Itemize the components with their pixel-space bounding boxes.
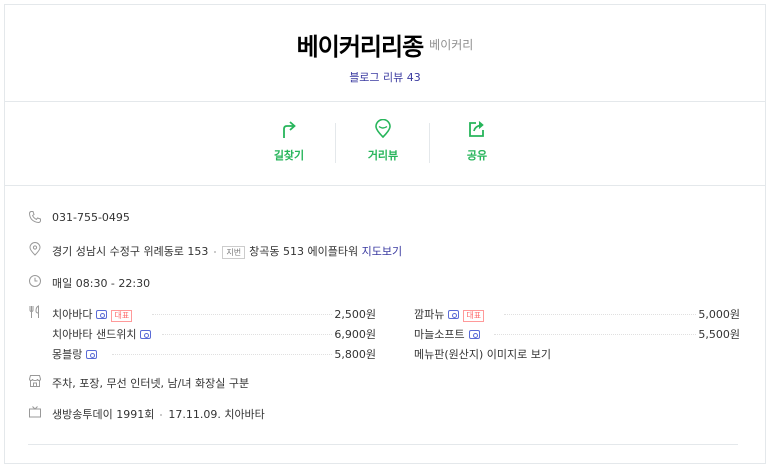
menu-item-price: 5,500원 [698,328,740,341]
menu-item-name: 깜파뉴 [414,308,445,321]
section-divider [28,444,738,445]
street-view-label: 거리뷰 [367,149,399,162]
signature-badge: 대표 [111,310,133,322]
share-icon [469,121,484,137]
menu-item-name: 치아바다 [52,308,93,321]
location-pin-icon [29,242,41,256]
place-header: 베이커리리종 베이커리 블로그 리뷰 43 [5,5,765,102]
jibun-address: 창곡동 513 에이플타워 [249,245,359,258]
store-icon [28,375,42,387]
separator-dot [214,251,217,253]
tv-appearance: 생방송투데이 1991회 17.11.09. 치아바타 [52,406,265,422]
review-label: 블로그 리뷰 [349,71,404,84]
menu-item-price: 5,000원 [698,308,740,321]
blog-review-link[interactable]: 블로그 리뷰 43 [5,69,765,85]
directions-icon [283,121,296,138]
clock-icon [29,275,41,287]
directions-label: 길찾기 [273,149,305,162]
place-category: 베이커리 [429,38,474,52]
menu-leader-line [112,354,332,355]
menu-item-price: 5,800원 [334,348,376,361]
phone-number[interactable]: 031-755-0495 [52,211,130,224]
camera-icon [448,310,460,319]
menu-item-name: 마늘소프트 [414,328,465,341]
action-divider [335,123,336,163]
share-button[interactable]: 공유 [432,119,522,163]
tv-date: 17.11.09. 치아바타 [168,408,265,421]
separator-dot [160,414,163,416]
directions-button[interactable]: 길찾기 [244,119,334,163]
menu-item-price: 2,500원 [334,308,376,321]
title-row: 베이커리리종 베이커리 [5,27,765,62]
action-divider [429,123,430,163]
menu-leader-line [494,334,696,335]
road-address: 경기 성남시 수정구 위례동로 153 [52,245,209,258]
menu-leader-line [162,334,332,335]
jibun-tag: 지번 [222,245,246,259]
tv-icon [29,406,41,418]
menu-item-name: 치아바타 샌드위치 [52,328,137,341]
menu-item-name: 몽블랑 [52,348,83,361]
share-label: 공유 [466,149,488,162]
menu-board-image-link[interactable]: 메뉴판(원산지) 이미지로 보기 [414,346,551,362]
address-text: 경기 성남시 수정구 위례동로 153 지번 창곡동 513 에이플타워 지도보기 [52,243,402,259]
street-view-button[interactable]: 거리뷰 [338,119,428,163]
phone-icon [28,211,41,224]
menu-leader-line [152,314,332,315]
camera-icon [140,330,152,339]
signature-badge: 대표 [463,310,485,322]
camera-icon [86,350,98,359]
action-bar: 길찾기 거리뷰 공유 [5,101,765,186]
place-panel: 베이커리리종 베이커리 블로그 리뷰 43 길찾기 거리뷰 공유 031-755… [4,4,766,464]
facilities-text: 주차, 포장, 무선 인터넷, 남/녀 화장실 구분 [52,377,250,390]
street-view-icon [375,119,391,139]
camera-icon [96,310,108,319]
review-count: 43 [406,71,421,84]
tv-program: 생방송투데이 1991회 [52,408,155,421]
menu-leader-line [504,314,696,315]
place-name: 베이커리리종 [296,33,424,61]
camera-icon [468,330,480,339]
menu-icon [29,305,39,318]
menu-item-price: 6,900원 [334,328,376,341]
map-link[interactable]: 지도보기 [362,245,402,258]
hours-text: 매일 08:30 - 22:30 [52,277,151,290]
